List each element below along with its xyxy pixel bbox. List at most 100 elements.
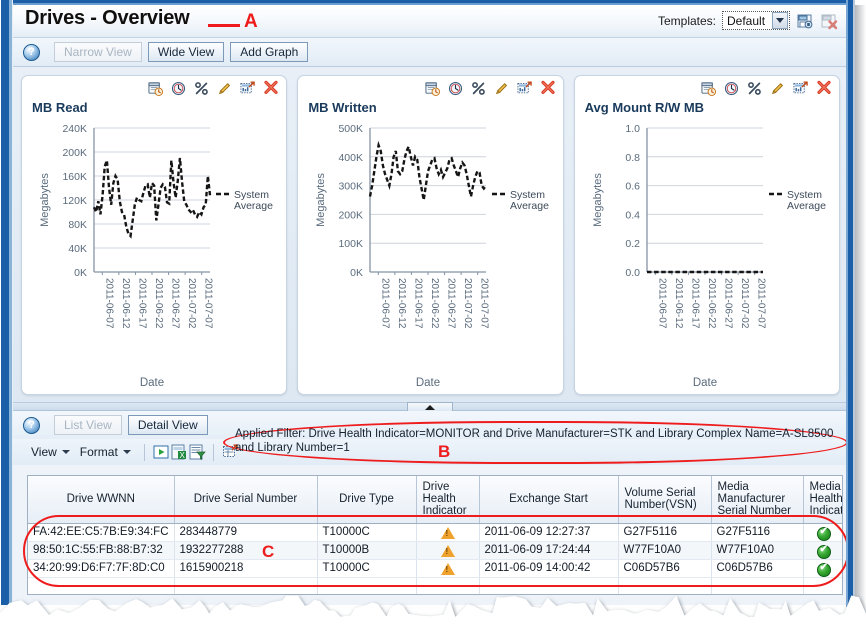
svg-text:2011-06-12: 2011-06-12 — [673, 278, 684, 329]
cell-drive-wwnn: FA:42:EE:C5:7B:E9:34:FC — [28, 523, 175, 542]
cell-media-manufacturer-serial-number: C06D57B6 — [711, 559, 804, 578]
application-pane: Drives - Overview A Templates: Default ?… — [13, 5, 846, 605]
svg-text:120K: 120K — [62, 195, 87, 207]
percent-icon[interactable] — [747, 81, 762, 101]
add-graph-button[interactable]: Add Graph — [230, 42, 309, 62]
torn-paper-edge — [0, 595, 866, 627]
svg-text:Megabytes: Megabytes — [592, 173, 604, 227]
window-left-frame — [0, 0, 13, 605]
svg-text:80K: 80K — [68, 219, 87, 231]
view-menu[interactable]: View — [27, 443, 76, 461]
col-media-health-indicator[interactable]: Media Health Indicator — [803, 476, 842, 524]
screenshot-root: Drives - Overview A Templates: Default ?… — [0, 0, 866, 627]
col-volume-serial-number[interactable]: Volume Serial Number(VSN) — [618, 476, 712, 524]
chart-expand-icon[interactable] — [517, 81, 532, 101]
clock-icon[interactable] — [724, 81, 739, 101]
col-drive-health-indicator[interactable]: Drive Health Indicator — [416, 476, 480, 524]
cell-drive-type: T10000B — [317, 541, 417, 560]
warning-icon — [440, 562, 455, 575]
chart-card-avg-mount-rw-mb: Avg Mount R/W MB 0.0 0.2 0.4 0.6 0.8 1.0 2011-… — [573, 75, 840, 395]
cell-volume-serial-number: W77F10A0 — [618, 541, 712, 560]
svg-text:2011-07-07: 2011-07-07 — [755, 278, 766, 329]
window-shadow — [855, 5, 866, 615]
svg-text:2011-06-27: 2011-06-27 — [722, 278, 733, 329]
callout-label-b: B — [438, 442, 451, 461]
svg-text:Average: Average — [787, 200, 826, 212]
pencil-edit-icon[interactable] — [494, 81, 509, 101]
table-row[interactable]: 98:50:1C:55:FB:88:B7:32 1932277288 T10000B… — [28, 541, 842, 560]
pencil-edit-icon[interactable] — [770, 81, 785, 101]
chart-expand-icon[interactable] — [793, 81, 808, 101]
col-drive-type[interactable]: Drive Type — [317, 476, 417, 524]
svg-text:240K: 240K — [62, 123, 87, 135]
svg-text:2011-06-27: 2011-06-27 — [446, 278, 457, 329]
calendar-range-icon[interactable] — [701, 81, 716, 101]
chart-card-mb-read: MB Read 0K 40K 80K 120K 160K 200K 240K 2011-06-… — [21, 75, 288, 395]
narrow-view-button[interactable]: Narrow View — [54, 42, 142, 62]
svg-text:2011-07-07: 2011-07-07 — [479, 278, 490, 329]
templates-select[interactable]: Default — [722, 11, 790, 30]
calendar-range-icon[interactable] — [425, 81, 440, 101]
chevron-down-icon[interactable] — [772, 12, 788, 29]
col-media-manufacturer-serial-number[interactable]: Media Manufacturer Serial Number — [711, 476, 804, 524]
table-row[interactable]: 34:20:99:D6:F7:7F:8D:C0 1615900218 T10000C… — [28, 559, 842, 578]
warning-icon — [440, 526, 455, 539]
save-template-icon[interactable] — [796, 12, 814, 30]
col-drive-wwnn[interactable]: Drive WWNN — [28, 476, 175, 524]
svg-text:2011-06-07: 2011-06-07 — [656, 278, 667, 329]
cell-media-manufacturer-serial-number: G27F5116 — [711, 523, 804, 542]
svg-text:Megabytes: Megabytes — [315, 173, 327, 227]
close-x-icon[interactable] — [816, 80, 832, 101]
close-x-icon[interactable] — [263, 80, 279, 101]
help-icon[interactable]: ? — [23, 416, 40, 434]
svg-text:160K: 160K — [62, 171, 87, 183]
pencil-edit-icon[interactable] — [217, 81, 232, 101]
svg-text:200K: 200K — [62, 147, 87, 159]
svg-text:2011-06-12: 2011-06-12 — [120, 278, 131, 329]
chart-title: MB Read — [32, 100, 88, 115]
svg-text:100K: 100K — [339, 238, 364, 250]
chart-plot-area: 0K 40K 80K 120K 160K 200K 240K 2011-06-07 2011-0… — [22, 120, 286, 392]
clock-icon[interactable] — [171, 81, 186, 101]
list-view-button[interactable]: List View — [54, 415, 122, 435]
clock-icon[interactable] — [448, 81, 463, 101]
svg-text:0K: 0K — [74, 267, 87, 279]
query-filter-icon[interactable] — [188, 443, 206, 461]
panel-splitter[interactable] — [13, 402, 846, 412]
callout-a-leader-line — [208, 24, 240, 27]
svg-text:Date: Date — [693, 377, 717, 389]
ok-icon — [816, 562, 831, 576]
view-toolbar: ? Narrow View Wide View Add Graph — [13, 38, 846, 67]
calendar-range-icon[interactable] — [148, 81, 164, 101]
svg-text:2011-07-07: 2011-07-07 — [203, 278, 214, 329]
toolbar-separator — [143, 443, 145, 461]
callout-label-a: A — [244, 11, 258, 32]
percent-icon[interactable] — [194, 81, 209, 101]
svg-text:0.0: 0.0 — [625, 267, 640, 279]
format-menu[interactable]: Format — [76, 443, 137, 461]
detail-panel: ? List View Detail View View Format X Ap… — [13, 411, 846, 605]
table-row[interactable]: FA:42:EE:C5:7B:E9:34:FC283448779T10000C 2… — [28, 523, 842, 542]
cell-media-health-indicator — [803, 541, 842, 560]
detail-view-button[interactable]: Detail View — [127, 415, 208, 435]
close-x-icon[interactable] — [540, 80, 556, 101]
help-icon[interactable]: ? — [23, 43, 40, 61]
drives-table-container[interactable]: Drive WWNN Drive Serial Number Drive Typ… — [27, 475, 843, 595]
col-exchange-start[interactable]: Exchange Start — [479, 476, 619, 524]
wide-view-button[interactable]: Wide View — [147, 42, 225, 62]
ok-icon — [816, 544, 831, 558]
svg-text:500K: 500K — [339, 123, 364, 135]
svg-text:0.6: 0.6 — [625, 181, 640, 193]
col-drive-serial-number[interactable]: Drive Serial Number — [174, 476, 318, 524]
window-right-frame — [846, 0, 855, 607]
chart-expand-icon[interactable] — [240, 81, 256, 101]
delete-template-icon[interactable] — [820, 12, 838, 30]
chart-plot-area: 0.0 0.2 0.4 0.6 0.8 1.0 2011-06-07 2011-06-12 20… — [575, 120, 839, 392]
cell-drive-health-indicator — [416, 559, 480, 578]
svg-text:0K: 0K — [350, 267, 363, 279]
detach-run-icon[interactable] — [152, 443, 170, 461]
export-excel-icon[interactable]: X — [170, 443, 188, 461]
percent-icon[interactable] — [471, 81, 486, 101]
svg-text:200K: 200K — [339, 209, 364, 221]
svg-text:2011-07-02: 2011-07-02 — [186, 278, 197, 329]
